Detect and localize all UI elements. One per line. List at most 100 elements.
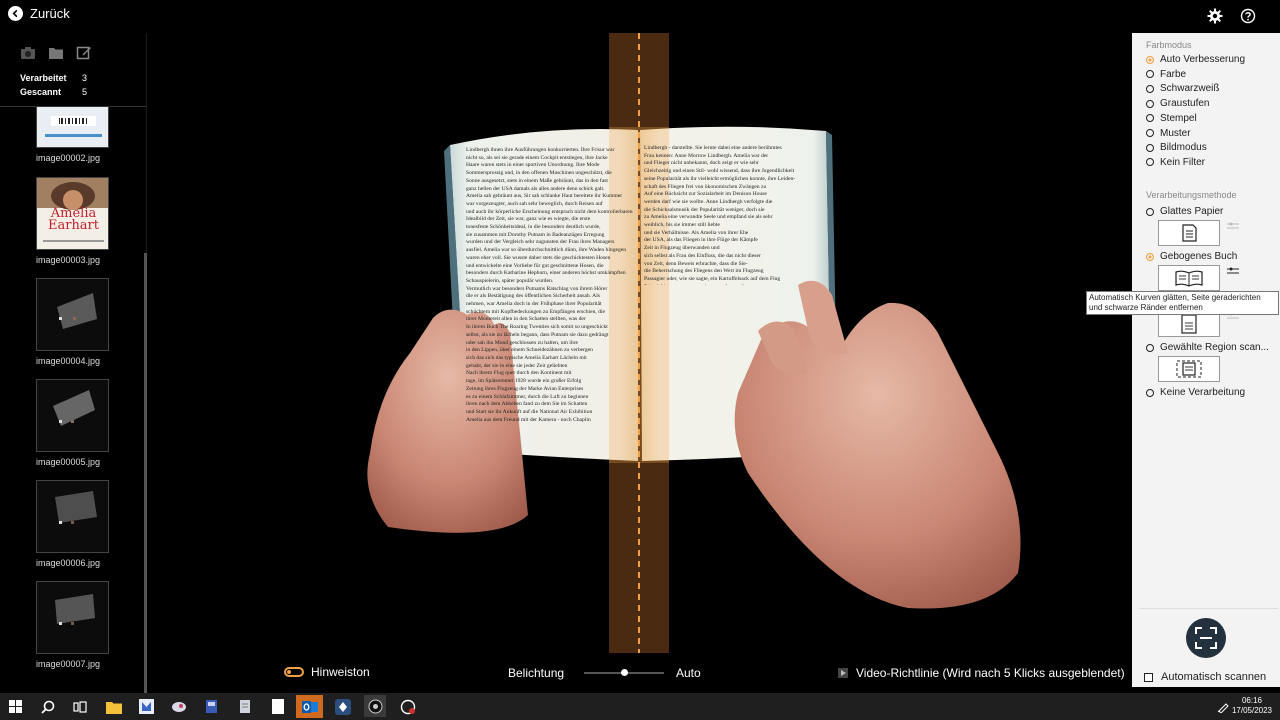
toggle-switch-icon[interactable] bbox=[284, 667, 304, 677]
book-left-page-text: Lindbergh ihnen ihre Ausführungen konkur… bbox=[466, 147, 636, 447]
video-guide-link[interactable]: Video-Richtlinie (Wird nach 5 Klicks aus… bbox=[838, 666, 1125, 680]
region-scan-mode-button[interactable] bbox=[1158, 356, 1220, 382]
right-page-lines: Lindbergh - darstellte. Sie lernte dabei… bbox=[644, 145, 820, 285]
method-label: Gewählte Region scan... bbox=[1160, 342, 1269, 353]
stat-scanned: Gescannt 5 bbox=[20, 85, 87, 99]
edit-icon[interactable] bbox=[76, 45, 92, 66]
color-mode-option[interactable]: Stempel bbox=[1146, 113, 1197, 124]
thumbnail-image: Amelia Earhart bbox=[36, 177, 109, 250]
slider-knob[interactable] bbox=[620, 669, 628, 676]
color-mode-option[interactable]: Auto Verbesserung bbox=[1146, 54, 1245, 65]
flat-paper-mode-button[interactable] bbox=[1158, 220, 1220, 246]
radio-icon bbox=[1146, 158, 1154, 167]
sound-toggle[interactable]: Hinweiston bbox=[284, 665, 370, 679]
book-text-line: oder sah ihn Mund geschlossen zu halten,… bbox=[466, 339, 579, 346]
curved-book-mode-button[interactable] bbox=[1158, 265, 1220, 291]
thumbnail-image bbox=[36, 581, 109, 654]
book-text-line: gehabt, der sie in eine sie jeder Zeit g… bbox=[466, 362, 568, 369]
book-text-line: Haare waren stets in einer sportiven Uno… bbox=[466, 162, 600, 169]
thumbnail-item[interactable]: image00006.jpg bbox=[36, 480, 109, 568]
left-sidebar: Verarbeitet 3 Gescannt 5 image00002.jpg bbox=[0, 33, 147, 713]
method-curved-book[interactable]: Gebogenes Buch bbox=[1146, 251, 1237, 262]
color-mode-option[interactable]: Muster bbox=[1146, 128, 1191, 139]
help-icon[interactable] bbox=[1240, 8, 1256, 24]
book-text-line: die er als Bestätigung des öffentlichen … bbox=[466, 293, 600, 300]
book-text-line: waren eher voll. Sie wusste daher stets … bbox=[466, 254, 611, 261]
app-icon[interactable] bbox=[333, 697, 352, 716]
search-icon[interactable] bbox=[38, 697, 57, 716]
system-clock[interactable]: 06:16 17/05/2023 bbox=[1232, 696, 1272, 716]
book-text-line: Passagier oder, wie sie sagte, ein Karto… bbox=[644, 275, 781, 282]
checkbox-icon[interactable] bbox=[1144, 672, 1153, 682]
radio-icon bbox=[1146, 207, 1154, 216]
color-mode-option[interactable]: Kein Filter bbox=[1146, 157, 1205, 168]
left-toolbar bbox=[20, 45, 92, 66]
exposure-auto-label[interactable]: Auto bbox=[676, 666, 701, 680]
notepad-icon[interactable] bbox=[268, 697, 287, 716]
windows-start-icon[interactable] bbox=[6, 697, 25, 716]
method-label: Keine Verarbeitung bbox=[1160, 387, 1246, 398]
capture-button[interactable] bbox=[1186, 618, 1226, 658]
sound-toggle-label: Hinweiston bbox=[311, 665, 370, 679]
book-text-line: Lindbergh - darstellte. Sie lernte dabei… bbox=[644, 145, 782, 151]
app-icon[interactable] bbox=[202, 697, 221, 716]
app-icon[interactable] bbox=[398, 697, 417, 716]
color-mode-option[interactable]: Schwarzweiß bbox=[1146, 83, 1219, 94]
thumbnail-filename: image00007.jpg bbox=[36, 659, 101, 669]
book-text-line: und Start sie ihr Ankunft auf die Nation… bbox=[466, 408, 593, 415]
book-text-line: Amelia aus dem Freund mit der Kamera - n… bbox=[466, 416, 591, 423]
method-flat-paper[interactable]: Glattes Papier bbox=[1146, 206, 1223, 217]
book-text-line: sich selbst als Frau des Einfluss, die d… bbox=[644, 252, 761, 259]
thumbnail-item[interactable]: image00002.jpg bbox=[36, 107, 109, 163]
radio-icon bbox=[1146, 114, 1154, 123]
thumbnail-scrollbar[interactable] bbox=[144, 253, 147, 713]
scanner-app-icon[interactable] bbox=[364, 695, 386, 717]
color-mode-label: Graustufen bbox=[1160, 98, 1210, 110]
folder-icon[interactable] bbox=[48, 45, 64, 66]
thumbnail-item[interactable]: image00004.jpg bbox=[36, 278, 109, 366]
bottom-controls: Hinweiston Belichtung Auto Video-Richtli… bbox=[148, 653, 1132, 687]
book-text-line: ihren nach dem Abheben fand zu dem Sie i… bbox=[466, 401, 588, 408]
book-text-line: tage, im Spätsommer 1928 wurde ein große… bbox=[466, 378, 582, 385]
auto-scan-checkbox[interactable]: Automatisch scannen bbox=[1144, 671, 1266, 683]
book-text-line: Auf eine Rücksicht zur Sozialarbeit im D… bbox=[644, 191, 767, 198]
camera-preview[interactable]: Lindbergh ihnen ihre Ausführungen konkur… bbox=[148, 33, 1132, 653]
color-mode-option[interactable]: Farbe bbox=[1146, 69, 1186, 80]
app-icon[interactable] bbox=[169, 697, 188, 716]
color-mode-option[interactable]: Bildmodus bbox=[1146, 142, 1207, 153]
stat-processed: Verarbeitet 3 bbox=[20, 71, 87, 85]
book-text-line: In ihrem Buch The Roaring Twenties sich … bbox=[466, 324, 608, 331]
pen-icon[interactable] bbox=[1214, 697, 1233, 716]
color-mode-option[interactable]: Graustufen bbox=[1146, 98, 1209, 109]
method-region-scan[interactable]: Gewählte Region scan... bbox=[1146, 342, 1269, 353]
page-icon bbox=[1181, 314, 1197, 334]
thumbnail-item[interactable]: image00007.jpg bbox=[36, 581, 109, 669]
back-button[interactable]: Zurück bbox=[8, 6, 70, 21]
book-text-line: Gleichzeitig und einen Stil- wohl wissen… bbox=[644, 168, 795, 175]
book-text-line: Zeit in Flugzeug überwanden und bbox=[644, 245, 720, 252]
outlook-icon[interactable] bbox=[296, 695, 323, 718]
thumbnail-item[interactable]: Amelia Earhart image00003.jpg bbox=[36, 177, 109, 265]
app-icon[interactable] bbox=[235, 697, 254, 716]
book-text-line: ihrer Montereit allen in den Schatten st… bbox=[466, 316, 586, 323]
gear-icon[interactable] bbox=[1207, 8, 1223, 24]
file-explorer-icon[interactable] bbox=[104, 697, 123, 716]
app-icon[interactable] bbox=[137, 697, 156, 716]
thumbnail-item[interactable]: image00005.jpg bbox=[36, 379, 109, 467]
settings-panel: Farbmodus Auto Verbesserung Farbe Schwarzw… bbox=[1132, 33, 1280, 687]
task-view-icon[interactable] bbox=[70, 697, 89, 716]
exposure-slider[interactable] bbox=[584, 669, 664, 676]
radio-icon bbox=[1146, 129, 1154, 137]
book-text-line: Friendship gewonnen zu sein, sagte fast … bbox=[644, 284, 820, 285]
radio-icon bbox=[1146, 55, 1154, 64]
book-text-line: werden darf wie sie wollte. Anne Lindber… bbox=[644, 198, 773, 205]
book-text-line: Schauspielerin, später populär wurden. bbox=[466, 277, 554, 284]
adjust-icon[interactable] bbox=[1227, 221, 1239, 231]
method-no-processing[interactable]: Keine Verarbeitung bbox=[1146, 387, 1245, 398]
book-text-line: war vorgezeugter, auch sah sehr beweglic… bbox=[466, 200, 603, 207]
adjust-icon[interactable] bbox=[1227, 266, 1239, 276]
open-book-icon bbox=[1175, 270, 1203, 287]
book-text-line: nehmen, war Amelia doch in der Frühphase… bbox=[466, 301, 602, 308]
camera-icon[interactable] bbox=[20, 45, 36, 66]
left-page-lines: Lindbergh ihnen ihre Ausführungen konkur… bbox=[466, 147, 636, 424]
